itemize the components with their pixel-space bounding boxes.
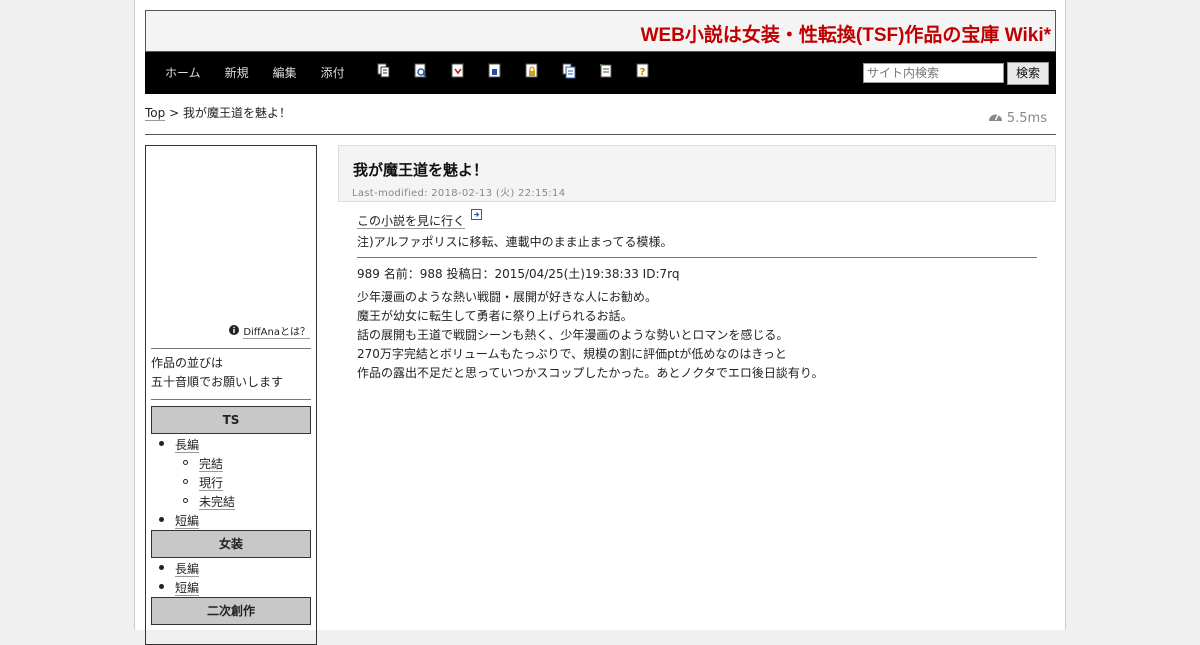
page-new-icon[interactable] — [599, 63, 613, 79]
nav-new[interactable]: 新規 — [225, 64, 249, 81]
sidebar-item-label: 短編 — [175, 514, 200, 529]
page-diff-icon[interactable] — [451, 63, 465, 79]
list-bullet — [183, 479, 188, 484]
list-bullet — [183, 460, 188, 465]
sidebar-note-line: 作品の並びは — [151, 356, 224, 370]
list-bullet — [159, 565, 164, 570]
sidebar-item-label: 未完結 — [199, 495, 236, 510]
breadcrumb-separator: > — [165, 106, 183, 120]
article-note: 注)アルファポリスに移転、連載中のまま止まってる模様。 — [357, 235, 673, 249]
last-modified: Last-modified: 2018-02-13 (火) 22:15:14 — [352, 188, 566, 199]
sidebar-divider — [151, 348, 311, 349]
diffana-link[interactable]: DiffAnaとは？ — [229, 323, 310, 339]
sidebar-section-ts: TS — [151, 406, 311, 434]
diffana-label: DiffAnaとは？ — [243, 323, 310, 339]
breadcrumb: Top > 我が魔王道を魅よ！ — [145, 104, 291, 121]
search-input[interactable] — [863, 63, 1004, 83]
page-copy-icon[interactable] — [377, 63, 391, 79]
render-time-value: 5.5ms — [1006, 111, 1047, 126]
sidebar-item-crossdress-long[interactable]: 長編 — [175, 560, 200, 577]
body-line: 270万字完結とボリュームもたっぷりで、規模の割に評価ptが低めなのはきっと — [357, 347, 787, 361]
page-save-icon[interactable] — [488, 63, 502, 79]
page-list-icon[interactable] — [562, 63, 576, 79]
sidebar-note-line: 五十音順でお願いします — [151, 375, 284, 389]
body-line: 魔王が幼女に転生して勇者に祭り上げられるお話。 — [357, 309, 633, 323]
page-search-icon[interactable] — [414, 63, 428, 79]
sidebar-item-ts-incomplete[interactable]: 未完結 — [199, 493, 236, 510]
post-header: 989 名前：988 投稿日：2015/04/25(土)19:38:33 ID:… — [357, 267, 680, 281]
sidebar-item-label: 長編 — [175, 438, 200, 453]
sidebar-item-label: 現行 — [199, 476, 224, 491]
sidebar-item-label: 短編 — [175, 581, 200, 596]
sidebar-item-ts-complete[interactable]: 完結 — [199, 455, 224, 472]
page-lock-icon[interactable] — [525, 63, 539, 79]
body-line: 話の展開も王道で戦闘シーンも熱く、少年漫画のような勢いとロマンを感じる。 — [357, 328, 789, 342]
list-bullet — [159, 584, 164, 589]
nav-edit[interactable]: 編集 — [273, 64, 297, 81]
info-icon — [229, 324, 240, 338]
ad-area — [146, 146, 316, 326]
visit-novel-link[interactable]: この小説を見に行く — [357, 214, 466, 229]
help-icon[interactable]: ? — [636, 63, 650, 79]
sidebar-section-fanfic: 二次創作 — [151, 597, 311, 625]
site-header: WEB小説は女装・性転換(TSF)作品の宝庫 Wiki* — [145, 10, 1056, 52]
sidebar-item-crossdress-short[interactable]: 短編 — [175, 579, 200, 596]
sidebar-item-ts-long[interactable]: 長編 — [175, 436, 200, 453]
sidebar-divider — [151, 399, 311, 400]
site-title[interactable]: WEB小説は女装・性転換(TSF)作品の宝庫 Wiki* — [641, 20, 1051, 47]
external-link-icon[interactable] — [470, 209, 482, 223]
sidebar-item-label: 完結 — [199, 457, 224, 472]
search-button[interactable]: 検索 — [1007, 62, 1049, 85]
breadcrumb-top-link[interactable]: Top — [145, 106, 166, 121]
nav-links: ホーム 新規 編集 添付 — [165, 64, 369, 81]
sidebar: DiffAnaとは？ 作品の並びは 五十音順でお願いします TS 長編 完結 現… — [145, 145, 317, 645]
nav-home[interactable]: ホーム — [165, 64, 201, 81]
page: WEB小説は女装・性転換(TSF)作品の宝庫 Wiki* ホーム 新規 編集 添… — [134, 0, 1066, 645]
render-timer: 5.5ms — [988, 110, 1047, 127]
body-line: 作品の露出不足だと思っていつかスコップしたかった。あとノクタでエロ後日談有り。 — [357, 366, 824, 380]
header-divider — [145, 134, 1056, 135]
visit-novel-row: この小説を見に行く — [357, 209, 482, 229]
page-title: 我が魔王道を魅よ！ — [353, 161, 489, 179]
sidebar-item-ts-short[interactable]: 短編 — [175, 512, 200, 529]
list-bullet — [159, 441, 164, 446]
content-divider — [357, 257, 1037, 258]
nav-icons: ? — [377, 63, 673, 79]
svg-text:?: ? — [640, 67, 646, 78]
sidebar-section-crossdress: 女装 — [151, 530, 311, 558]
list-bullet — [183, 498, 188, 503]
sidebar-note: 作品の並びは 五十音順でお願いします — [151, 354, 283, 392]
navbar: ホーム 新規 編集 添付 ? サイト内検索 検索 — [145, 52, 1056, 94]
article-header: 我が魔王道を魅よ！ Last-modified: 2018-02-13 (火) … — [338, 145, 1056, 202]
sidebar-item-label: 長編 — [175, 562, 200, 577]
body-line: 少年漫画のような熱い戦闘・展開が好きな人にお勧め。 — [357, 290, 658, 304]
speedometer-icon — [988, 110, 1003, 127]
breadcrumb-current: 我が魔王道を魅よ！ — [182, 106, 291, 120]
sidebar-item-ts-ongoing[interactable]: 現行 — [199, 474, 224, 491]
nav-attach[interactable]: 添付 — [321, 64, 345, 81]
list-bullet — [159, 517, 164, 522]
